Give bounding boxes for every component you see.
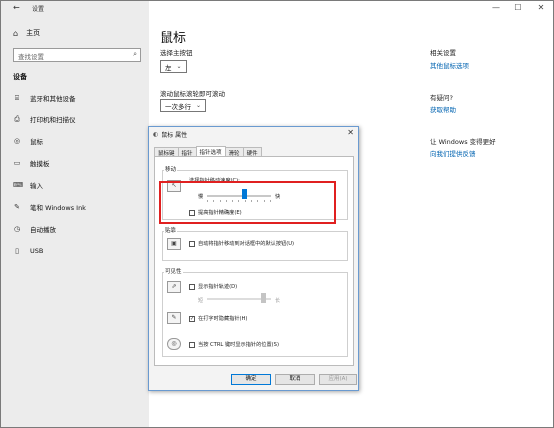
chevron-down-icon: ⌄	[176, 63, 182, 70]
sidebar-item-label: 输入	[30, 182, 43, 190]
settings-sidebar	[1, 1, 149, 427]
snap-to-checkbox[interactable]: 自动将指针移动到对话框中的默认按钮(U)	[189, 240, 294, 247]
tab-buttons[interactable]: 鼠标键	[154, 147, 179, 157]
sidebar-item-typing[interactable]: ⌨ 输入	[13, 179, 43, 191]
hide-pointer-checkbox[interactable]: ✓ 在打字时隐藏指针(H)	[189, 315, 247, 322]
related-settings-title: 相关设置	[430, 49, 456, 57]
feedback-link[interactable]: 向我们提供反馈	[430, 148, 476, 158]
sidebar-section-title: 设备	[13, 73, 27, 81]
chevron-down-icon: ⌄	[196, 102, 202, 109]
ok-button[interactable]: 确定	[231, 374, 271, 385]
mouse-icon: ◐	[153, 131, 159, 138]
scroll-dropdown[interactable]: 一次多行 ⌄	[160, 99, 207, 112]
long-label: 长	[275, 298, 281, 304]
ctrl-locate-icon: ◎	[167, 338, 181, 350]
mouse-icon: ◎	[13, 137, 21, 145]
sidebar-item-label: USB	[30, 247, 44, 255]
sidebar-item-autoplay[interactable]: ◷ 自动播放	[13, 223, 56, 235]
visibility-group-title: 可见性	[164, 267, 183, 275]
checkbox-box	[189, 240, 195, 247]
dialog-title: 鼠标 属性	[161, 132, 188, 139]
printer-icon: ⎙	[14, 114, 20, 123]
slider-thumb	[261, 293, 266, 303]
bluetooth-icon: ⌸	[14, 93, 20, 102]
sidebar-item-mouse[interactable]: ◎ 鼠标	[13, 135, 43, 147]
search-icon: ⌕	[133, 50, 137, 58]
apply-button[interactable]: 应用(A)	[319, 374, 357, 385]
get-help-link[interactable]: 获取帮助	[430, 104, 456, 114]
dialog-close-button[interactable]: ✕	[347, 128, 354, 137]
window-title: 设置	[32, 6, 45, 13]
sidebar-item-bluetooth[interactable]: ⌸ 蓝牙和其他设备	[13, 92, 76, 104]
primary-button-value: 左	[165, 63, 172, 72]
additional-mouse-options-link[interactable]: 其他鼠标选项	[430, 60, 469, 70]
scroll-value: 一次多行	[165, 102, 191, 111]
autoplay-icon: ◷	[13, 225, 21, 233]
sidebar-item-pen[interactable]: ✎ 笔和 Windows Ink	[13, 201, 86, 213]
ctrl-locate-label: 当按 CTRL 键时显示指针的位置(S)	[198, 342, 279, 348]
ctrl-locate-checkbox[interactable]: 当按 CTRL 键时显示指针的位置(S)	[189, 341, 279, 348]
checkbox-box: ✓	[189, 315, 195, 322]
typing-icon: ⌨	[13, 181, 24, 189]
mouse-properties-dialog: ◐ 鼠标 属性 ✕ 鼠标键 指针 指针选项 滑轮 硬件 移动 ↖ 选择指针移动速…	[148, 126, 359, 391]
tab-wheel[interactable]: 滑轮	[224, 147, 244, 157]
checkbox-box	[189, 341, 195, 348]
sidebar-item-label: 打印机和扫描仪	[30, 116, 76, 124]
nav-home[interactable]: ⌂ 主页	[13, 28, 40, 38]
pointer-trails-label: 显示指针轨迹(D)	[198, 284, 238, 290]
sidebar-item-touchpad[interactable]: ▭ 触摸板	[13, 157, 50, 169]
trails-icon: ⇗	[167, 281, 181, 293]
checkbox-box	[189, 283, 195, 290]
sidebar-item-label: 笔和 Windows Ink	[30, 204, 86, 212]
sidebar-item-label: 鼠标	[30, 138, 43, 146]
motion-group-title: 移动	[164, 165, 178, 173]
home-icon: ⌂	[13, 28, 19, 38]
primary-button-label: 选择主按钮	[160, 49, 193, 57]
short-label: 短	[198, 298, 204, 304]
improve-title: 让 Windows 变得更好	[430, 138, 496, 146]
snap-to-label: 自动将指针移动到对话框中的默认按钮(U)	[198, 241, 295, 247]
nav-home-label: 主页	[26, 29, 41, 37]
usb-icon: ▯	[15, 247, 19, 255]
hide-pointer-icon: ✎	[167, 312, 181, 324]
back-arrow-icon[interactable]: ←	[13, 3, 20, 12]
dialog-title-bar: ◐ 鼠标 属性	[153, 130, 187, 139]
tab-hardware[interactable]: 硬件	[242, 147, 262, 157]
tab-pointers[interactable]: 指针	[177, 147, 197, 157]
sidebar-item-label: 触摸板	[30, 160, 50, 168]
hide-pointer-label: 在打字时隐藏指针(H)	[198, 316, 248, 322]
title-bar: ← 设置 — ☐ ✕	[1, 1, 553, 17]
close-button[interactable]: ✕	[535, 3, 547, 12]
touchpad-icon: ▭	[13, 159, 21, 167]
search-placeholder: 查找设置	[18, 53, 44, 61]
sidebar-item-label: 自动播放	[30, 226, 56, 234]
sidebar-item-printers[interactable]: ⎙ 打印机和扫描仪	[13, 113, 76, 125]
search-input[interactable]: 查找设置 ⌕	[13, 48, 141, 62]
pen-icon: ✎	[14, 203, 20, 211]
snap-icon: ▣	[167, 238, 181, 250]
maximize-button[interactable]: ☐	[512, 3, 524, 12]
cancel-button[interactable]: 取消	[275, 374, 315, 385]
primary-button-dropdown[interactable]: 左 ⌄	[160, 60, 187, 73]
dialog-tabs: 鼠标键 指针 指针选项 滑轮 硬件	[154, 146, 262, 157]
highlight-box	[159, 181, 336, 224]
trail-length-slider	[207, 293, 271, 305]
snap-group-title: 贴靠	[164, 226, 178, 234]
minimize-button[interactable]: —	[490, 3, 502, 12]
sidebar-item-usb[interactable]: ▯ USB	[13, 245, 43, 257]
sidebar-item-label: 蓝牙和其他设备	[30, 95, 76, 103]
scroll-label: 滚动鼠标滚轮即可滚动	[160, 90, 225, 98]
tab-pointer-options[interactable]: 指针选项	[195, 146, 226, 156]
page-title: 鼠标	[160, 31, 187, 46]
pointer-trails-checkbox[interactable]: 显示指针轨迹(D)	[189, 283, 237, 290]
help-title: 有疑问?	[430, 94, 453, 102]
